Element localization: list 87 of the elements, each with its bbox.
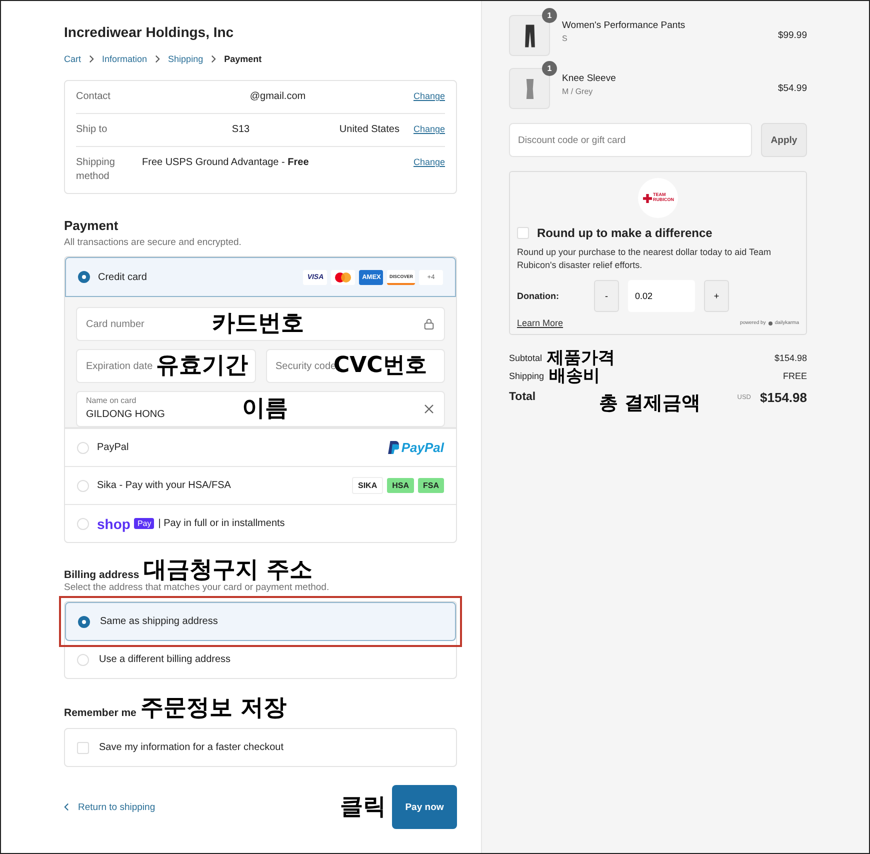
annotation-text: 대금청구지 주소 (143, 559, 312, 582)
shop-pay-logo: shop (97, 516, 130, 532)
discount-code-field[interactable]: Discount code or gift card (509, 123, 752, 157)
pay-badge: Pay (134, 518, 154, 529)
apply-button[interactable]: Apply (761, 123, 807, 157)
annotation-text: 클릭 (340, 796, 386, 818)
return-link[interactable]: Return to shipping (64, 802, 156, 812)
annotation-text: 주문정보 저장 (140, 697, 286, 720)
product-price: $54.99 (778, 83, 807, 94)
total-value: $154.98 (760, 390, 807, 405)
cross-icon (643, 194, 652, 202)
payment-method-label: | Pay in full or in installments (158, 518, 286, 529)
quantity-badge: 1 (542, 8, 557, 23)
payment-method-label: Sika - Pay with your HSA/FSA (97, 480, 232, 491)
payment-method-option[interactable]: Sika - Pay with your HSA/FSA SIKA HSA FSA (65, 466, 456, 504)
payment-method-label: PayPal (97, 442, 130, 453)
billing-address-option[interactable]: Same as shipping address (65, 602, 456, 641)
change-link[interactable]: Change (413, 156, 445, 170)
checkbox[interactable] (77, 742, 89, 754)
review-label: Shipping method (76, 156, 116, 184)
payment-method-label: Credit card (98, 272, 148, 282)
knee-sleeve-drawing (524, 76, 534, 100)
chevron-right-icon (89, 55, 94, 63)
section-title: Payment (64, 218, 120, 233)
section-title: Billing address (64, 569, 140, 581)
breadcrumb-link[interactable]: Payment (224, 54, 262, 64)
radio-button[interactable] (78, 271, 90, 283)
mastercard-logo (331, 270, 356, 284)
pay-now-button[interactable]: Pay now (392, 785, 457, 829)
field-label: Name on card (86, 396, 136, 405)
plan-badge: HSA (387, 478, 414, 493)
product-name: Knee Sleeve (562, 73, 617, 84)
plan-badge: FSA (418, 478, 444, 493)
option-label: Same as shipping address (100, 616, 218, 627)
chevron-right-icon (155, 55, 160, 63)
total-label: Total (509, 391, 537, 404)
billing-address-option[interactable]: Use a different billing address (65, 641, 456, 678)
increase-button[interactable]: + (704, 280, 729, 312)
product-name: Women's Performance Pants (562, 20, 686, 31)
store-name: Incrediwear Holdings, Inc (64, 24, 235, 40)
breadcrumb-link[interactable]: Cart (64, 54, 82, 64)
section-subtitle: All transactions are secure and encrypted. (64, 237, 242, 248)
checkbox-label: Save my information for a faster checkout (99, 742, 284, 753)
total-value: $154.98 (774, 353, 807, 364)
payment-method-option[interactable]: shop Pay | Pay in full or in installments (65, 504, 456, 542)
donation-amount-field[interactable]: 0.02 (628, 280, 695, 312)
annotation-text: 이름 (242, 398, 288, 420)
change-link[interactable]: Change (413, 90, 445, 104)
donation-label: Donation: (517, 291, 560, 302)
lock-icon (424, 318, 434, 330)
option-label: Use a different billing address (99, 654, 231, 665)
total-value: FREE (782, 371, 807, 382)
donation-title: Round up to make a difference (537, 226, 712, 240)
donation-description: Round up your purchase to the nearest dollar today to aid Team Rubicon's disaster relief efforts. (517, 246, 772, 272)
product-price: $99.99 (778, 30, 807, 41)
section-title: Remember me (64, 707, 136, 719)
product-variant: M / Grey (562, 87, 594, 96)
section-subtitle: Select the address that matches your card or payment method. (64, 582, 330, 593)
total-label: Shipping (509, 371, 544, 382)
plan-badge: SIKA (352, 477, 384, 494)
annotation-text: CVC번호 (334, 355, 427, 377)
review-value: S13 (230, 123, 251, 137)
review-label: Contact (76, 90, 112, 104)
paypal-logo: PayPal (388, 440, 444, 455)
review-value: Free USPS Ground Advantage - Free (142, 156, 310, 170)
clear-icon[interactable] (424, 404, 434, 414)
annotation-text: 총 결제금액 (599, 394, 701, 413)
radio-button[interactable] (78, 616, 90, 628)
breadcrumb-link[interactable]: Shipping (168, 54, 204, 64)
change-link[interactable]: Change (413, 123, 445, 136)
product-variant: S (562, 34, 568, 43)
review-value: United States (339, 123, 400, 137)
payment-method-option[interactable]: PayPal PayPal (65, 428, 456, 466)
annotation-text: 카드번호 (212, 312, 304, 336)
quantity-badge: 1 (542, 61, 557, 76)
annotation-text: 배송비 (549, 368, 600, 385)
decrease-button[interactable]: - (594, 280, 619, 312)
annotation-text: 제품가격 (547, 350, 616, 367)
annotation-text: 유효기간 (156, 354, 248, 378)
chevron-left-icon (64, 803, 69, 811)
review-label: Ship to (76, 123, 108, 137)
chevron-right-icon (211, 55, 216, 63)
total-label: Subtotal (509, 353, 542, 364)
review-value: @gmail.com (248, 90, 307, 104)
breadcrumb-link[interactable]: Information (102, 54, 148, 64)
checkbox[interactable] (517, 227, 529, 239)
learn-more-link[interactable]: Learn More (517, 318, 564, 328)
